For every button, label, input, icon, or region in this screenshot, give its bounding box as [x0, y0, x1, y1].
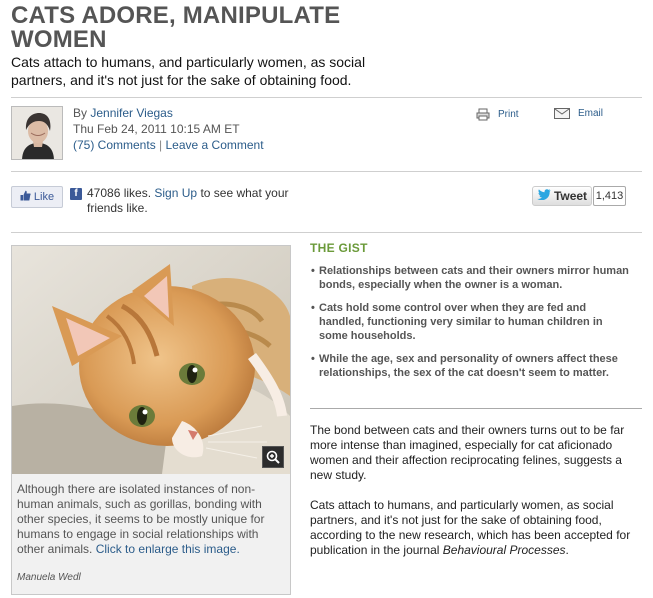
- likes-count: 47086 likes.: [87, 186, 152, 200]
- divider: [11, 171, 642, 172]
- like-thumb-icon: [20, 190, 31, 204]
- kitten-photo[interactable]: [12, 246, 290, 474]
- article-headline: CATS ADORE, MANIPULATE WOMEN: [11, 2, 341, 53]
- zoom-icon[interactable]: [262, 446, 284, 468]
- body-text-end: .: [565, 543, 569, 557]
- enlarge-link[interactable]: Click to enlarge this image.: [96, 542, 240, 556]
- leave-comment-link[interactable]: Leave a Comment: [166, 138, 264, 152]
- tweet-button[interactable]: Tweet: [532, 186, 592, 206]
- gist-item: Relationships between cats and their own…: [310, 264, 630, 292]
- facebook-likes-text: 47086 likes. Sign Up to see what your fr…: [87, 186, 327, 216]
- byline-text: By Jennifer Viegas Thu Feb 24, 2011 10:1…: [73, 105, 393, 153]
- link-separator: |: [159, 138, 163, 152]
- tweet-label: Tweet: [553, 189, 588, 203]
- photo-figure: Although there are isolated instances of…: [11, 245, 291, 595]
- print-icon: [476, 108, 490, 121]
- print-label: Print: [498, 109, 519, 120]
- email-button[interactable]: Email: [554, 108, 603, 119]
- print-button[interactable]: Print: [476, 108, 519, 121]
- photo-caption: Although there are isolated instances of…: [17, 482, 287, 557]
- publish-date: Thu Feb 24, 2011 10:15 AM ET: [73, 122, 240, 136]
- divider: [310, 408, 642, 409]
- facebook-icon: f: [70, 188, 82, 200]
- body-paragraph: The bond between cats and their owners t…: [310, 423, 625, 482]
- signup-link[interactable]: Sign Up: [154, 186, 197, 200]
- tweet-count: 1,413: [593, 186, 626, 206]
- email-icon: [554, 108, 570, 119]
- like-label: Like: [33, 191, 55, 203]
- article-body: The bond between cats and their owners t…: [310, 423, 635, 573]
- twitter-bird-icon: [536, 189, 551, 203]
- email-label: Email: [578, 108, 604, 119]
- divider: [11, 97, 642, 98]
- divider: [11, 232, 642, 233]
- gist-item: While the age, sex and personality of ow…: [310, 352, 630, 380]
- journal-name: Behavioural Processes: [442, 543, 566, 557]
- photo-credit: Manuela Wedl: [17, 572, 81, 583]
- article-dek: Cats attach to humans, and particularly …: [11, 54, 366, 88]
- body-paragraph: Cats attach to humans, and particularly …: [310, 498, 635, 558]
- gist-heading: THE GIST: [310, 241, 368, 255]
- gist-list: Relationships between cats and their own…: [310, 264, 630, 389]
- author-photo: [11, 106, 63, 160]
- author-link[interactable]: Jennifer Viegas: [90, 106, 173, 120]
- comments-link[interactable]: (75) Comments: [73, 138, 156, 152]
- social-bar: Like f 47086 likes. Sign Up to see what …: [11, 186, 642, 218]
- gist-item: Cats hold some control over when they ar…: [310, 301, 630, 343]
- byline-prefix: By: [73, 106, 88, 120]
- facebook-like-button[interactable]: Like: [11, 186, 63, 208]
